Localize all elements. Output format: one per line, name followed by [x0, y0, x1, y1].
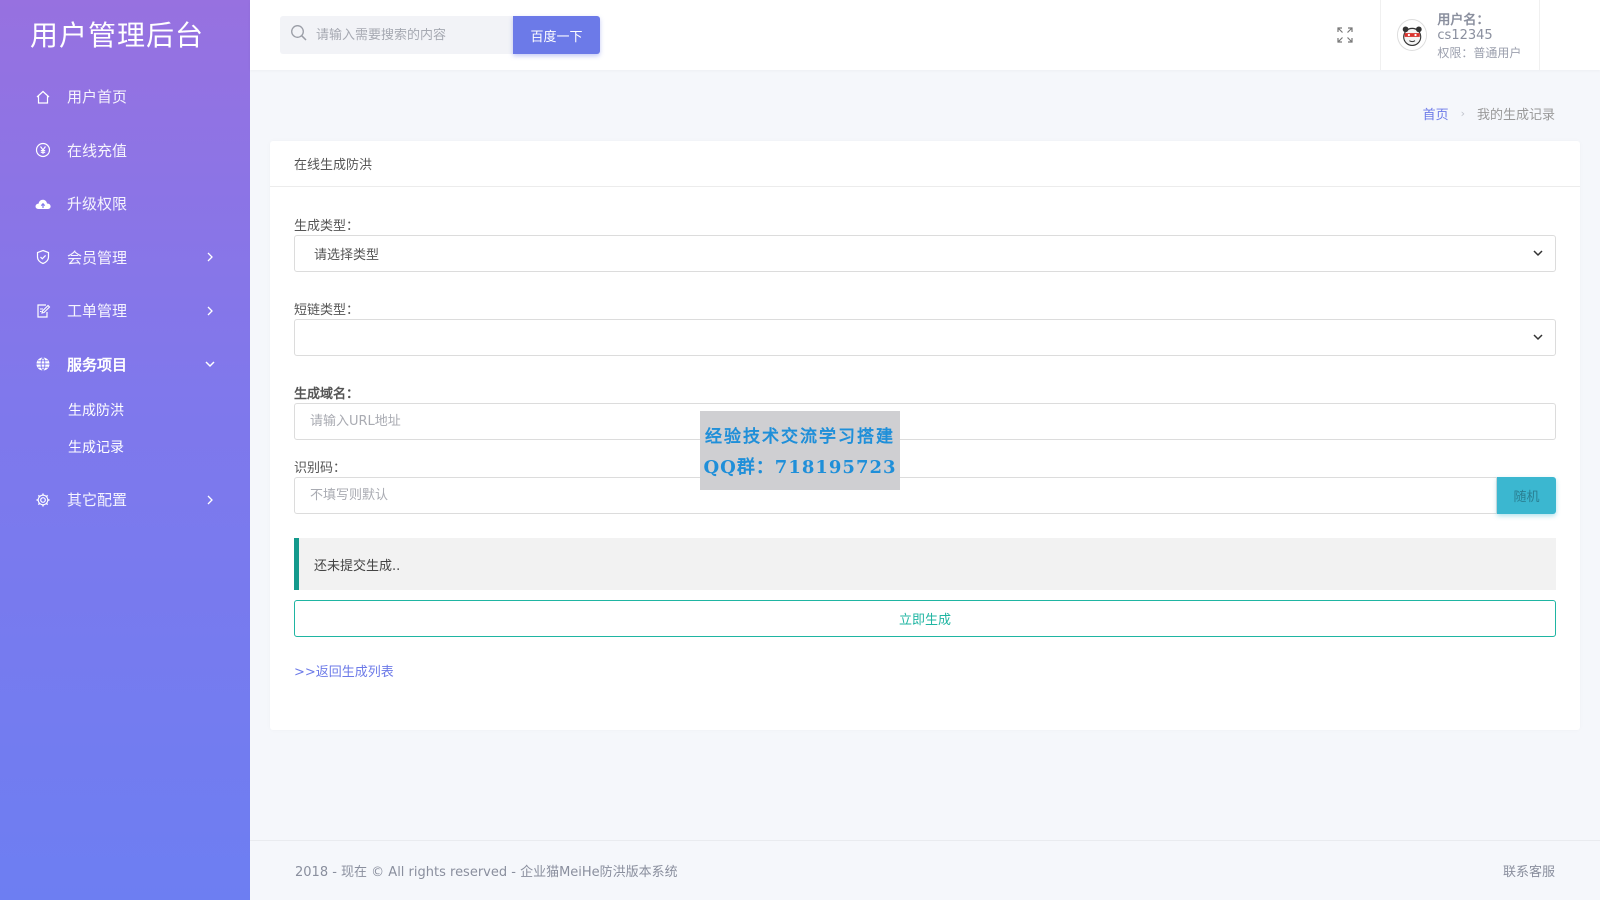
sidebar-item-home[interactable]: 用户首页	[0, 70, 250, 124]
top-header: 百度一下 用户名：cs12345 权限：普通用户	[250, 0, 1600, 70]
breadcrumb-separator: ›	[1460, 107, 1465, 120]
watermark-line1: 经验技术交流学习搭建	[705, 427, 895, 447]
chevron-right-icon	[204, 251, 216, 263]
sidebar-item-label: 工单管理	[67, 302, 128, 321]
submenu-item-generate[interactable]: 生成防洪	[0, 391, 250, 428]
gen-type-select[interactable]: 请选择类型	[294, 235, 1556, 272]
watermark: 经验技术交流学习搭建 QQ群：718195723	[700, 411, 900, 490]
chevron-down-icon	[1533, 330, 1543, 345]
footer: 2018 - 现在 © All rights reserved - 企业猫Mei…	[250, 840, 1600, 900]
domain-input[interactable]	[294, 403, 1556, 440]
sidebar-menu: 用户首页 在线充值 升级权限 会员管理 工单管理 服务项目	[0, 70, 250, 391]
breadcrumb-current: 我的生成记录	[1476, 108, 1555, 123]
chevron-right-icon	[204, 494, 216, 506]
footer-copyright: 2018 - 现在 © All rights reserved - 企业猫Mei…	[295, 865, 678, 880]
status-notice: 还未提交生成..	[294, 538, 1556, 590]
search-bar: 百度一下	[280, 16, 600, 54]
search-button[interactable]: 百度一下	[513, 16, 600, 54]
random-button[interactable]: 随机	[1497, 477, 1556, 514]
search-icon	[290, 24, 308, 46]
avatar	[1397, 19, 1428, 51]
sidebar-menu-more: 其它配置	[0, 473, 250, 527]
breadcrumb-home-link[interactable]: 首页	[1423, 104, 1449, 123]
sidebar-item-label: 在线充值	[67, 141, 128, 160]
sidebar-item-label: 升级权限	[67, 195, 128, 214]
sidebar-item-label: 其它配置	[67, 491, 128, 510]
sidebar-item-tickets[interactable]: 工单管理	[0, 284, 250, 338]
brand-title: 用户管理后台	[30, 19, 205, 52]
chevron-down-icon	[1533, 246, 1543, 261]
search-input[interactable]	[316, 27, 506, 43]
link-type-label: 短链类型：	[294, 303, 360, 318]
search-box	[280, 16, 513, 54]
sidebar-item-upgrade[interactable]: 升级权限	[0, 177, 250, 231]
username: 用户名：cs12345	[1437, 9, 1539, 43]
gen-type-label: 生成类型：	[294, 219, 360, 234]
sidebar-item-recharge[interactable]: 在线充值	[0, 124, 250, 178]
generate-now-button[interactable]: 立即生成	[294, 600, 1556, 637]
code-input-group: 随机	[294, 477, 1556, 514]
watermark-line2: QQ群：718195723	[703, 457, 897, 478]
username-label: 用户名：	[1437, 13, 1490, 28]
user-menu[interactable]: 用户名：cs12345 权限：普通用户	[1380, 0, 1540, 70]
sidebar-item-settings[interactable]: 其它配置	[0, 473, 250, 527]
sidebar-item-label: 服务项目	[67, 355, 128, 374]
yen-icon	[34, 141, 52, 159]
domain-label: 生成域名：	[294, 387, 360, 402]
code-label: 识别码：	[294, 461, 347, 476]
link-type-select[interactable]	[294, 319, 1556, 356]
chevron-down-icon	[204, 358, 216, 370]
gear-icon	[34, 491, 52, 509]
shield-check-icon	[34, 248, 52, 266]
sidebar: 用户管理后台 用户首页 在线充值 升级权限 会员管理 工单管理 服务项目 生成防…	[0, 0, 250, 900]
gen-type-value: 请选择类型	[314, 248, 380, 263]
username-value: cs12345	[1437, 28, 1493, 43]
breadcrumb: 首页 › 我的生成记录	[1423, 104, 1555, 123]
card-title: 在线生成防洪	[270, 141, 1580, 187]
back-to-list-link[interactable]: >>返回生成列表	[294, 661, 1556, 680]
submenu-item-records[interactable]: 生成记录	[0, 428, 250, 465]
user-info: 用户名：cs12345 权限：普通用户	[1437, 9, 1539, 61]
user-role: 权限：普通用户	[1437, 46, 1522, 60]
contact-support-link[interactable]: 联系客服	[1503, 861, 1555, 880]
generate-card: 在线生成防洪 生成类型： 请选择类型 短链类型： 生成域名： 识别码： 随机 还…	[270, 141, 1580, 730]
globe-icon	[34, 355, 52, 373]
sidebar-item-members[interactable]: 会员管理	[0, 231, 250, 285]
home-icon	[34, 88, 52, 106]
chevron-right-icon	[204, 305, 216, 317]
cloud-upload-icon	[34, 195, 52, 213]
generate-form: 生成类型： 请选择类型 短链类型： 生成域名： 识别码： 随机 还未提交生成..…	[270, 215, 1580, 680]
sidebar-item-label: 会员管理	[67, 248, 128, 267]
edit-document-icon	[34, 302, 52, 320]
sidebar-item-label: 用户首页	[67, 88, 128, 107]
sidebar-item-services[interactable]: 服务项目	[0, 338, 250, 392]
services-submenu: 生成防洪 生成记录	[0, 391, 250, 473]
fullscreen-icon[interactable]	[1333, 23, 1357, 47]
